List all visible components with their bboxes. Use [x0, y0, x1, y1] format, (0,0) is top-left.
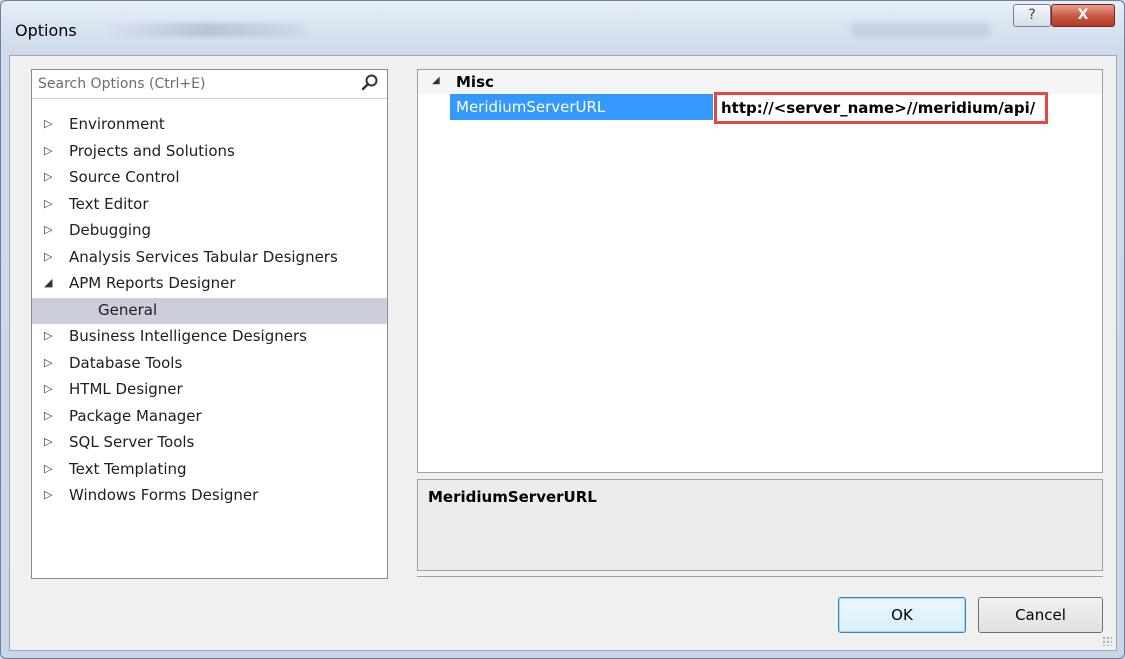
collapse-arrow-icon[interactable]: ◢ [432, 75, 440, 86]
search-box[interactable]: Search Options (Ctrl+E) [32, 70, 387, 99]
expanded-arrow-icon[interactable]: ◢ [44, 276, 52, 289]
help-button[interactable]: ? [1013, 4, 1051, 27]
collapsed-arrow-icon[interactable]: ▷ [44, 329, 52, 342]
tree-item-label: Source Control [69, 168, 180, 186]
tree-item[interactable]: ▷ Environment [32, 112, 387, 139]
tree-item[interactable]: ◢ APM Reports Designer [32, 271, 387, 298]
tree-item[interactable]: ▷ Analysis Services Tabular Designers [32, 245, 387, 272]
help-icon: ? [1028, 7, 1036, 23]
dialog-client-area: Search Options (Ctrl+E) ▷ Environment ▷ Pro… [9, 55, 1117, 651]
tree-item-label: APM Reports Designer [69, 274, 236, 292]
tree-item-label: Business Intelligence Designers [69, 327, 307, 345]
collapsed-arrow-icon[interactable]: ▷ [44, 144, 52, 157]
collapsed-arrow-icon[interactable]: ▷ [44, 435, 52, 448]
tree-item-label: SQL Server Tools [69, 433, 195, 451]
collapsed-arrow-icon[interactable]: ▷ [44, 382, 52, 395]
tree-item[interactable]: ▷ Database Tools [32, 351, 387, 378]
tree-item[interactable]: ▷ Business Intelligence Designers [32, 324, 387, 351]
description-title: MeridiumServerURL [428, 488, 597, 506]
tree-item-label: Projects and Solutions [69, 141, 235, 160]
resize-grip[interactable] [1102, 636, 1112, 646]
tree-item-label: Windows Forms Designer [69, 486, 259, 504]
tree-item-label: Environment [69, 115, 165, 133]
tree-item-label: HTML Designer [69, 380, 183, 398]
collapsed-arrow-icon[interactable]: ▷ [44, 462, 52, 475]
collapsed-arrow-icon[interactable]: ▷ [44, 223, 52, 236]
tree-item-label: Text Templating [69, 459, 187, 478]
close-button[interactable]: X [1051, 4, 1115, 27]
property-grid: ◢ Misc MeridiumServerURL http://<server_… [417, 69, 1103, 473]
property-row[interactable]: MeridiumServerURL http://<server_name>//… [418, 92, 1102, 124]
tree-item-label: Database Tools [69, 353, 183, 372]
collapsed-arrow-icon[interactable]: ▷ [44, 117, 52, 130]
tree-item[interactable]: ▷ HTML Designer [32, 377, 387, 404]
cancel-button[interactable]: Cancel [978, 597, 1103, 633]
close-icon: X [1077, 7, 1089, 23]
tree-item[interactable]: General [32, 297, 387, 324]
collapsed-arrow-icon[interactable]: ▷ [44, 197, 52, 210]
tree-item-label: Analysis Services Tabular Designers [69, 247, 338, 266]
title-bar[interactable]: Options ? X [1, 1, 1124, 55]
tree-item-label: Package Manager [69, 406, 202, 425]
category-label: Misc [456, 73, 494, 91]
divider [417, 576, 1103, 577]
tree-item[interactable]: ▷ Package Manager [32, 404, 387, 431]
tree-item[interactable]: ▷ Windows Forms Designer [32, 483, 387, 510]
collapsed-arrow-icon[interactable]: ▷ [44, 250, 52, 263]
tree-item[interactable]: ▷ Debugging [32, 218, 387, 245]
search-input[interactable]: Search Options (Ctrl+E) [38, 76, 205, 92]
tree-item-label: General [98, 300, 158, 319]
window-title: Options [15, 21, 77, 40]
tree-item[interactable]: ▷ Projects and Solutions [32, 139, 387, 166]
tree-item[interactable]: ▷ Text Templating [32, 457, 387, 484]
tree-item[interactable]: ▷ SQL Server Tools [32, 430, 387, 457]
options-dialog: Options ? X Search Options (Ctrl+E) ▷ Env… [0, 0, 1125, 659]
options-tree: ▷ Environment ▷ Projects and Solutions ▷ Sour… [32, 112, 387, 510]
collapsed-arrow-icon[interactable]: ▷ [44, 488, 52, 501]
category-row[interactable]: ◢ Misc [418, 70, 1102, 94]
property-value-field[interactable]: http://<server_name>//meridium/api/ [714, 92, 1048, 124]
options-navigation-panel: Search Options (Ctrl+E) ▷ Environment ▷ Pro… [31, 69, 388, 579]
tree-item-label: Text Editor [69, 194, 149, 213]
search-icon[interactable] [361, 74, 379, 92]
tree-item-label: Debugging [69, 221, 152, 239]
ok-button[interactable]: OK [838, 597, 966, 633]
tree-item[interactable]: ▷ Text Editor [32, 192, 387, 219]
tree-item[interactable]: ▷ Source Control [32, 165, 387, 192]
collapsed-arrow-icon[interactable]: ▷ [44, 409, 52, 422]
blurred-title-area-right [851, 23, 991, 37]
collapsed-arrow-icon[interactable]: ▷ [44, 356, 52, 369]
blurred-title-area [106, 23, 306, 37]
collapsed-arrow-icon[interactable]: ▷ [44, 170, 52, 183]
property-name[interactable]: MeridiumServerURL [450, 94, 713, 120]
description-panel: MeridiumServerURL [417, 479, 1103, 571]
